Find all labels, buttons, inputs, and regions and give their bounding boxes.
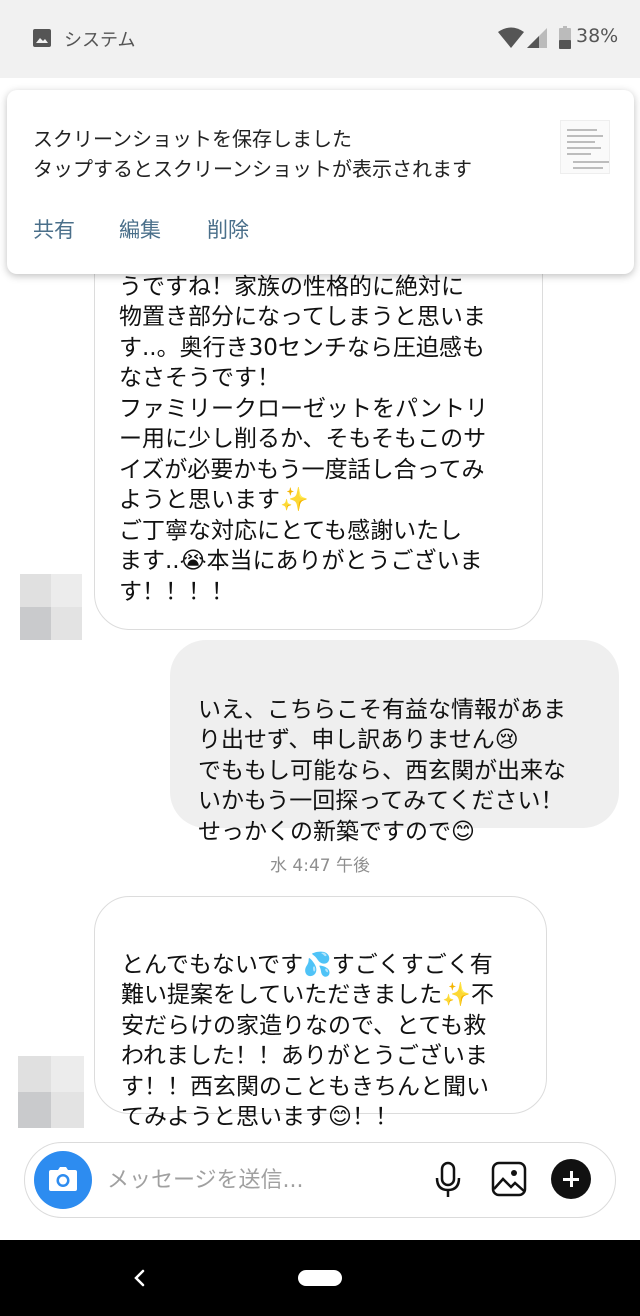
message-bubble-outgoing[interactable]: いえ、こちらこそ有益な情報があま り出せず、申し訳ありません😢 でももし可能なら… <box>170 640 619 845</box>
notification-body: タップするとスクリーンショットが表示されます <box>33 157 472 181</box>
plus-icon[interactable] <box>551 1159 591 1199</box>
screenshot-notification[interactable]: スクリーンショットを保存しました タップするとスクリーンショットが表示されます … <box>7 90 634 274</box>
status-app-label: システム <box>64 30 136 51</box>
message-bubble-incoming[interactable]: うですね！家族の性格的に絶対に 物置き部分になってしまうと思いま す..。奥行き… <box>94 228 543 630</box>
message-input[interactable] <box>107 1165 367 1195</box>
cell-signal-icon <box>527 28 547 48</box>
avatar[interactable] <box>18 1056 84 1128</box>
system-nav-bar <box>0 1240 640 1316</box>
message-text: うですね！家族の性格的に絶対に 物置き部分になってしまうと思いま す..。奥行き… <box>119 273 489 605</box>
message-timestamp: 水 4:47 午後 <box>270 856 370 876</box>
home-icon[interactable] <box>298 1270 342 1286</box>
message-composer <box>24 1142 616 1218</box>
gallery-icon[interactable] <box>491 1161 527 1197</box>
back-icon[interactable] <box>130 1266 150 1290</box>
microphone-icon[interactable] <box>433 1161 463 1199</box>
edit-button[interactable]: 編集 <box>119 214 161 244</box>
camera-icon <box>49 1167 77 1191</box>
composer-area <box>0 1130 640 1236</box>
battery-icon <box>559 26 571 49</box>
image-icon <box>33 29 51 47</box>
message-text: とんでもないです💦すごくすごく有 難い提案をしていただきました✨不 安だらけの家… <box>121 951 494 1131</box>
delete-button[interactable]: 削除 <box>207 214 249 244</box>
message-text: いえ、こちらこそ有益な情報があま り出せず、申し訳ありません😢 でももし可能なら… <box>198 696 566 845</box>
battery-percent: 38% <box>576 25 619 47</box>
status-bar: システム 38% <box>0 0 640 78</box>
screenshot-thumbnail[interactable] <box>560 120 610 174</box>
camera-button[interactable] <box>34 1151 92 1209</box>
message-bubble-incoming[interactable]: とんでもないです💦すごくすごく有 難い提案をしていただきました✨不 安だらけの家… <box>94 896 547 1130</box>
share-button[interactable]: 共有 <box>33 214 75 244</box>
notification-title: スクリーンショットを保存しました <box>33 127 352 151</box>
avatar[interactable] <box>20 574 82 640</box>
wifi-icon <box>498 27 524 48</box>
